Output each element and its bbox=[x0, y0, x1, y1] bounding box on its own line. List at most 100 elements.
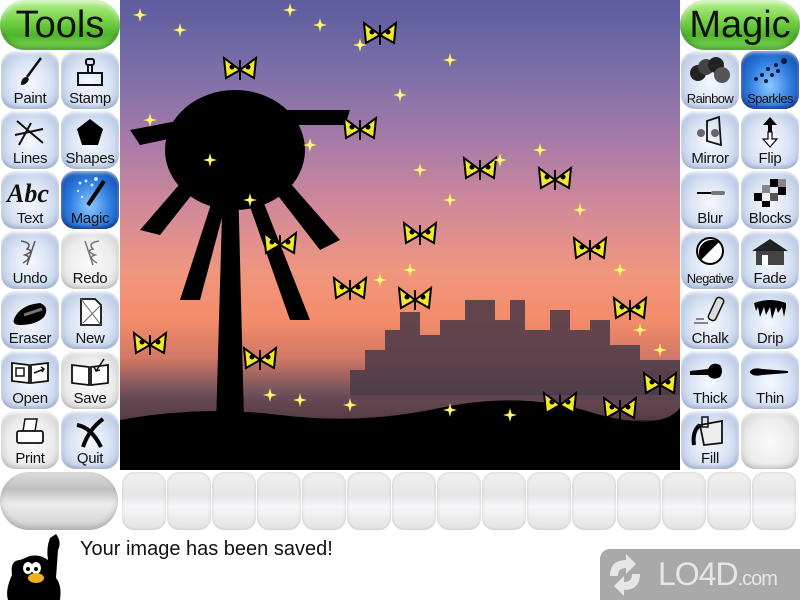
magic-label-thick: Thick bbox=[692, 390, 728, 407]
sparkle bbox=[133, 8, 147, 22]
current-color-swatch[interactable] bbox=[0, 472, 118, 530]
magic-button-thick[interactable]: Thick bbox=[681, 351, 739, 409]
butterfly bbox=[462, 155, 498, 180]
tools-button-print[interactable]: Print bbox=[1, 411, 59, 469]
sparkle bbox=[283, 3, 297, 17]
color-swatch[interactable] bbox=[257, 472, 301, 530]
tools-button-eraser[interactable]: Eraser bbox=[1, 291, 59, 349]
butterfly bbox=[342, 115, 378, 140]
color-swatch[interactable] bbox=[302, 472, 346, 530]
tools-button-shapes[interactable]: Shapes bbox=[61, 111, 119, 169]
printer-icon bbox=[1, 415, 59, 449]
tools-label-undo: Undo bbox=[12, 270, 48, 287]
butterfly bbox=[572, 235, 608, 260]
magic-button-sparkles[interactable]: Sparkles bbox=[741, 51, 799, 109]
tools-label-stamp: Stamp bbox=[69, 90, 111, 107]
color-swatch[interactable] bbox=[707, 472, 751, 530]
tools-label-open: Open bbox=[12, 390, 48, 407]
magic-palette: Rainbow Sparkles Mirror Flip Blur Blocks Negat… bbox=[680, 50, 800, 470]
watermark-text: LO4D bbox=[658, 556, 739, 592]
color-swatch[interactable] bbox=[482, 472, 526, 530]
sparkle bbox=[413, 163, 427, 177]
sparkle bbox=[143, 113, 157, 127]
butterfly bbox=[332, 275, 368, 300]
tools-label-eraser: Eraser bbox=[8, 330, 52, 347]
magic-button-negative[interactable]: Negative bbox=[681, 231, 739, 289]
color-swatch[interactable] bbox=[347, 472, 391, 530]
paint-bucket-icon bbox=[681, 415, 739, 449]
tools-button-open[interactable]: Open bbox=[1, 351, 59, 409]
svg-text:Abc: Abc bbox=[5, 179, 49, 208]
color-swatch[interactable] bbox=[527, 472, 571, 530]
magic-button-thin[interactable]: Thin bbox=[741, 351, 799, 409]
sparkle bbox=[313, 18, 327, 32]
tools-button-magic[interactable]: Magic bbox=[61, 171, 119, 229]
magic-button-flip[interactable]: Flip bbox=[741, 111, 799, 169]
magic-label-rainbow: Rainbow bbox=[686, 91, 734, 106]
tools-label-redo: Redo bbox=[72, 270, 108, 287]
sparkle bbox=[403, 263, 417, 277]
thick-brush-icon bbox=[681, 355, 739, 389]
sparkle bbox=[173, 23, 187, 37]
magic-label-sparkles: Sparkles bbox=[747, 91, 793, 106]
sparkle bbox=[303, 138, 317, 152]
color-swatch[interactable] bbox=[392, 472, 436, 530]
color-swatch[interactable] bbox=[437, 472, 481, 530]
abc-text-icon: Abc bbox=[1, 175, 59, 209]
tools-button-paint[interactable]: Paint bbox=[1, 51, 59, 109]
tools-button-redo[interactable]: Redo bbox=[61, 231, 119, 289]
sparkles-icon bbox=[741, 55, 799, 89]
magic-button-fill[interactable]: Fill bbox=[681, 411, 739, 469]
butterfly bbox=[242, 345, 278, 370]
tools-label-print: Print bbox=[15, 450, 45, 467]
tools-label-shapes: Shapes bbox=[65, 150, 115, 167]
color-swatch[interactable] bbox=[212, 472, 256, 530]
drawing-canvas[interactable] bbox=[120, 0, 680, 470]
color-swatch[interactable] bbox=[662, 472, 706, 530]
watermark-suffix: .com bbox=[737, 568, 778, 590]
tools-button-save[interactable]: Save bbox=[61, 351, 119, 409]
magic-button-blur[interactable]: Blur bbox=[681, 171, 739, 229]
drip-icon bbox=[741, 295, 799, 329]
tools-button-text[interactable]: Abc Text bbox=[1, 171, 59, 229]
magic-label-chalk: Chalk bbox=[691, 330, 729, 347]
tools-label-lines: Lines bbox=[12, 150, 48, 167]
blocks-icon bbox=[741, 175, 799, 209]
tools-label-text: Text bbox=[16, 210, 44, 227]
refresh-arrows-icon bbox=[610, 553, 640, 596]
magic-button-blocks[interactable]: Blocks bbox=[741, 171, 799, 229]
magic-button-rainbow[interactable]: Rainbow bbox=[681, 51, 739, 109]
tools-button-lines[interactable]: Lines bbox=[1, 111, 59, 169]
rainbow-circles-icon bbox=[681, 55, 739, 89]
tools-button-new[interactable]: New bbox=[61, 291, 119, 349]
tux-penguin-icon bbox=[0, 530, 72, 600]
redo-hand-icon bbox=[61, 235, 119, 269]
butterfly bbox=[262, 230, 298, 255]
color-swatch[interactable] bbox=[572, 472, 616, 530]
magic-button-mirror[interactable]: Mirror bbox=[681, 111, 739, 169]
magic-label-fade: Fade bbox=[753, 270, 787, 287]
canvas-artwork bbox=[120, 3, 680, 470]
tools-button-undo[interactable]: Undo bbox=[1, 231, 59, 289]
magic-label-mirror: Mirror bbox=[691, 150, 729, 167]
color-swatch[interactable] bbox=[167, 472, 211, 530]
color-swatch[interactable] bbox=[617, 472, 661, 530]
butterfly bbox=[602, 395, 638, 420]
status-message: Your image has been saved! bbox=[80, 538, 333, 560]
undo-hand-icon bbox=[1, 235, 59, 269]
magic-button-fade[interactable]: Fade bbox=[741, 231, 799, 289]
tools-palette: Paint Stamp Lines Shapes Abc Text Magic Undo Red… bbox=[0, 50, 120, 470]
magic-label-thin: Thin bbox=[756, 390, 784, 407]
magic-button-drip[interactable]: Drip bbox=[741, 291, 799, 349]
tools-label-quit: Quit bbox=[76, 450, 104, 467]
tools-button-stamp[interactable]: Stamp bbox=[61, 51, 119, 109]
color-swatch[interactable] bbox=[752, 472, 796, 530]
eraser-icon bbox=[1, 295, 59, 329]
quit-x-icon bbox=[61, 415, 119, 449]
butterfly bbox=[132, 330, 168, 355]
magic-label-blocks: Blocks bbox=[748, 210, 792, 227]
color-swatch[interactable] bbox=[122, 472, 166, 530]
tools-button-quit[interactable]: Quit bbox=[61, 411, 119, 469]
tools-label-magic: Magic bbox=[70, 210, 110, 227]
magic-button-chalk[interactable]: Chalk bbox=[681, 291, 739, 349]
